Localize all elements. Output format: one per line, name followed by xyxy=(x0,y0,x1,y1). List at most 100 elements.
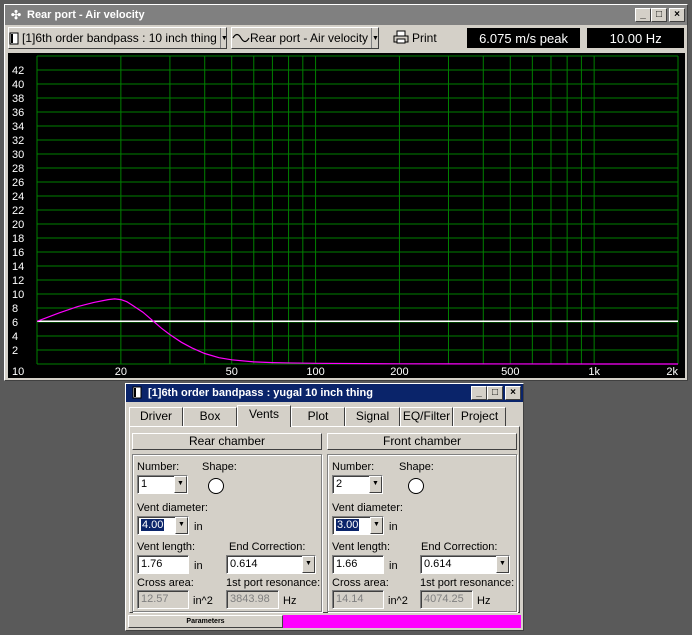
front-number-label: Number: xyxy=(332,461,375,473)
rear-resonance-unit: Hz xyxy=(283,595,297,607)
x-tick-label: 500 xyxy=(501,366,519,378)
chevron-down-icon[interactable]: ▼ xyxy=(302,556,315,573)
rear-area-field: 12.57 xyxy=(137,590,189,609)
rear-chamber-group: Number: 1 ▼ Shape: Vent diameter: 4.00 ▼… xyxy=(132,454,322,612)
parameters-window: [1]6th order bandpass : yugal 10 inch th… xyxy=(125,383,524,631)
air-velocity-chart[interactable]: 2468101214161820222426283032343638404210… xyxy=(8,53,685,378)
main-titlebar[interactable]: ✣ Rear port - Air velocity _ □ × xyxy=(5,5,687,25)
rear-number-select[interactable]: 1 ▼ xyxy=(137,475,188,494)
y-tick-label: 24 xyxy=(12,191,24,203)
rear-diameter-unit: in xyxy=(194,521,203,533)
front-endcorr-select[interactable]: 0.614 ▼ xyxy=(420,555,510,574)
rear-area-label: Cross area: xyxy=(137,577,194,589)
frequency-readout: 10.00 Hz xyxy=(587,28,684,48)
rear-length-input[interactable]: 1.76 xyxy=(137,555,189,574)
y-tick-label: 16 xyxy=(12,247,24,259)
rear-shape-circle-icon[interactable] xyxy=(208,478,224,494)
rear-length-label: Vent length: xyxy=(137,541,196,553)
chevron-down-icon[interactable]: ▼ xyxy=(496,556,509,573)
params-window-title: [1]6th order bandpass : yugal 10 inch th… xyxy=(148,387,373,399)
front-area-label: Cross area: xyxy=(332,577,389,589)
front-length-unit: in xyxy=(389,560,398,572)
y-tick-label: 32 xyxy=(12,135,24,147)
tab-plot[interactable]: Plot xyxy=(291,407,345,426)
x-tick-label: 50 xyxy=(226,366,238,378)
front-number-value: 2 xyxy=(336,478,343,490)
main-window-title: Rear port - Air velocity xyxy=(27,9,145,21)
chevron-down-icon[interactable]: ▼ xyxy=(174,476,187,493)
project-select[interactable]: [1]6th order bandpass : 10 inch thing ▼ xyxy=(8,27,228,49)
x-tick-label: 20 xyxy=(115,366,127,378)
rear-endcorr-label: End Correction: xyxy=(229,541,306,553)
tab-signal[interactable]: Signal xyxy=(345,407,400,426)
tab-driver[interactable]: Driver xyxy=(129,407,183,426)
chevron-down-icon[interactable]: ▼ xyxy=(369,476,382,493)
tab-eq-filter[interactable]: EQ/Filter xyxy=(400,407,453,426)
print-label: Print xyxy=(412,31,437,45)
params-titlebar[interactable]: [1]6th order bandpass : yugal 10 inch th… xyxy=(126,384,523,402)
rear-shape-label: Shape: xyxy=(202,461,237,473)
main-window: ✣ Rear port - Air velocity _ □ × [1]6th … xyxy=(4,4,688,381)
rear-diameter-value: 4.00 xyxy=(141,519,165,531)
tab-project[interactable]: Project xyxy=(453,407,506,426)
rear-area-unit: in^2 xyxy=(193,595,213,607)
front-resonance-unit: Hz xyxy=(477,595,491,607)
rear-number-label: Number: xyxy=(137,461,180,473)
rear-endcorr-select[interactable]: 0.614 ▼ xyxy=(226,555,316,574)
front-length-input[interactable]: 1.66 xyxy=(332,555,384,574)
y-tick-label: 36 xyxy=(12,107,24,119)
project-select-value: [1]6th order bandpass : 10 inch thing xyxy=(22,31,217,45)
front-area-value: 14.14 xyxy=(336,593,364,605)
sine-wave-icon xyxy=(232,28,250,48)
x-tick-label: 200 xyxy=(390,366,408,378)
y-tick-label: 20 xyxy=(12,219,24,231)
move-cross-icon: ✣ xyxy=(10,8,22,22)
front-number-select[interactable]: 2 ▼ xyxy=(332,475,383,494)
vents-panel: Rear chamber Number: 1 ▼ Shape: Vent dia… xyxy=(129,426,520,613)
y-tick-label: 28 xyxy=(12,163,24,175)
tab-vents[interactable]: Vents xyxy=(237,405,291,427)
y-tick-label: 14 xyxy=(12,261,24,273)
rear-resonance-value: 3843.98 xyxy=(230,593,270,605)
front-chamber-group: Number: 2 ▼ Shape: Vent diameter: 3.00 ▼… xyxy=(327,454,517,612)
status-label: Parameters xyxy=(128,615,283,628)
rear-endcorr-value: 0.614 xyxy=(230,558,258,570)
minimize-button[interactable]: _ xyxy=(635,8,651,22)
chevron-down-icon[interactable]: ▼ xyxy=(175,517,188,534)
front-resonance-label: 1st port resonance: xyxy=(420,577,515,589)
front-chamber-header[interactable]: Front chamber xyxy=(327,433,517,450)
x-tick-label: 2k xyxy=(666,366,678,378)
y-tick-label: 2 xyxy=(12,345,18,357)
y-tick-label: 38 xyxy=(12,93,24,105)
close-button[interactable]: × xyxy=(669,8,685,22)
print-button[interactable]: Print xyxy=(389,27,441,49)
front-area-field: 14.14 xyxy=(332,590,384,609)
y-tick-label: 8 xyxy=(12,303,18,315)
maximize-button[interactable]: □ xyxy=(487,386,503,400)
tab-box[interactable]: Box xyxy=(183,407,237,426)
document-icon xyxy=(9,28,19,48)
front-diameter-select[interactable]: 3.00 ▼ xyxy=(332,516,384,535)
minimize-button[interactable]: _ xyxy=(471,386,487,400)
rear-diameter-select[interactable]: 4.00 ▼ xyxy=(137,516,189,535)
maximize-button[interactable]: □ xyxy=(651,8,667,22)
chevron-down-icon[interactable]: ▼ xyxy=(370,517,383,534)
graph-toolbar: [1]6th order bandpass : 10 inch thing ▼ … xyxy=(5,25,687,51)
document-icon xyxy=(130,386,144,400)
chevron-down-icon[interactable]: ▼ xyxy=(219,28,228,48)
graph-type-select[interactable]: Rear port - Air velocity ▼ xyxy=(231,27,379,49)
front-length-value: 1.66 xyxy=(336,558,358,570)
y-tick-label: 6 xyxy=(12,317,18,329)
chevron-down-icon[interactable]: ▼ xyxy=(371,28,379,48)
y-tick-label: 42 xyxy=(12,65,24,77)
y-tick-label: 26 xyxy=(12,177,24,189)
y-tick-label: 10 xyxy=(12,289,24,301)
close-button[interactable]: × xyxy=(505,386,521,400)
front-shape-circle-icon[interactable] xyxy=(408,478,424,494)
y-tick-label: 4 xyxy=(12,331,18,343)
status-bar: Parameters xyxy=(128,615,521,628)
printer-icon xyxy=(393,30,409,47)
front-diameter-label: Vent diameter: xyxy=(332,502,403,514)
rear-chamber-header[interactable]: Rear chamber xyxy=(132,433,322,450)
peak-readout: 6.075 m/s peak xyxy=(466,28,581,48)
